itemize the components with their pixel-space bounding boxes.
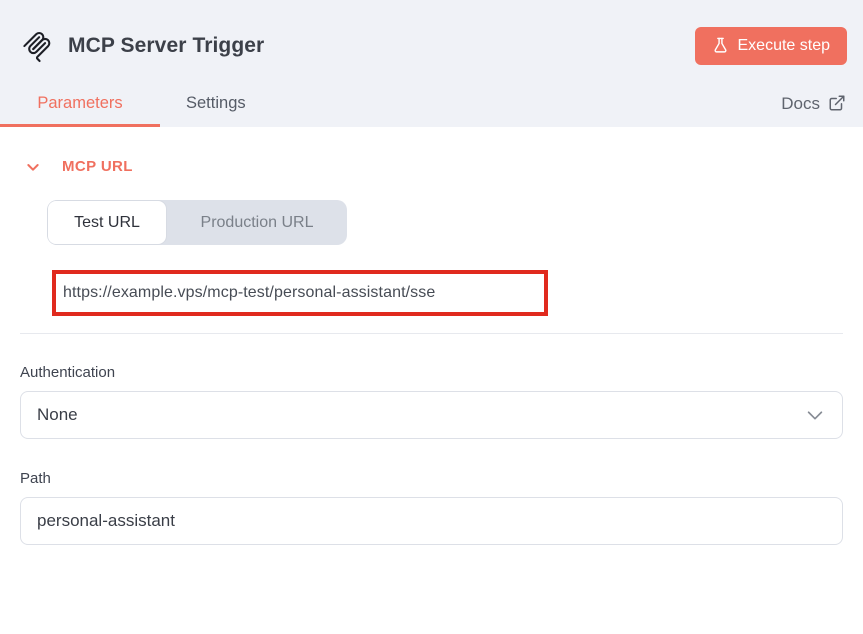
chevron-down-icon [804,404,826,426]
parameters-panel: MCP URL Test URL Production URL https://… [0,158,863,545]
mcp-url-section-title: MCP URL [62,158,133,175]
mcp-url-value-box[interactable]: https://example.vps/mcp-test/personal-as… [52,270,548,316]
path-field[interactable] [20,497,843,545]
path-label: Path [20,470,843,487]
header-title-row: MCP Server Trigger Execute step [0,0,863,80]
tab-settings[interactable]: Settings [160,80,272,127]
execute-step-label: Execute step [738,37,831,55]
flask-icon [712,37,729,54]
mcp-url-value: https://example.vps/mcp-test/personal-as… [63,284,435,302]
panel-header: MCP Server Trigger Execute step Paramete… [0,0,863,127]
node-title: MCP Server Trigger [68,34,264,58]
section-divider [20,333,843,334]
external-link-icon [828,94,846,112]
production-url-tab[interactable]: Production URL [167,200,347,245]
docs-link[interactable]: Docs [781,80,863,127]
tab-settings-label: Settings [186,94,246,113]
test-url-label: Test URL [74,214,140,232]
path-input[interactable] [37,511,826,531]
url-mode-toggle: Test URL Production URL [47,200,347,245]
chevron-down-icon [25,159,41,175]
production-url-label: Production URL [201,214,314,232]
mcp-logo-icon [20,29,54,63]
test-url-tab[interactable]: Test URL [47,200,167,245]
authentication-select[interactable]: None [20,391,843,439]
authentication-label: Authentication [20,364,843,381]
tab-parameters[interactable]: Parameters [0,80,160,127]
tab-bar: Parameters Settings Docs [0,80,863,127]
tab-parameters-label: Parameters [37,94,122,113]
mcp-server-trigger-panel: MCP Server Trigger Execute step Paramete… [0,0,863,634]
mcp-url-section-header[interactable]: MCP URL [20,158,843,175]
authentication-value: None [37,405,804,425]
execute-step-button[interactable]: Execute step [695,27,848,65]
docs-label: Docs [781,94,820,114]
